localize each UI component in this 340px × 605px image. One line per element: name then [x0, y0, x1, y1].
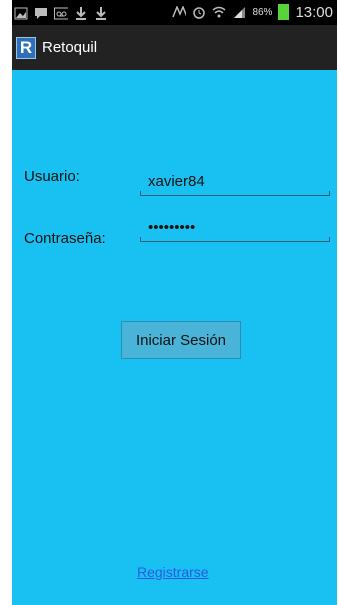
nfc-icon — [172, 5, 187, 19]
username-field[interactable]: xavier84 — [140, 173, 330, 196]
voicemail-icon — [54, 6, 68, 20]
status-bar: 86% 13:00 — [12, 0, 337, 25]
wifi-icon — [212, 5, 226, 19]
signal-icon — [232, 5, 246, 19]
login-form: Usuario: xavier84 Contraseña: ••••••••• … — [12, 70, 337, 605]
system-icons: 86% 13:00 — [172, 3, 333, 21]
download-icon — [94, 6, 108, 20]
image-icon — [14, 6, 28, 20]
register-link[interactable]: Registrarse — [137, 564, 209, 580]
password-label: Contraseña: — [24, 230, 106, 247]
username-label: Usuario: — [24, 168, 80, 185]
app-title: Retoquil — [42, 39, 98, 56]
alarm-icon — [192, 5, 206, 19]
action-bar: R Retoquil — [12, 25, 337, 70]
chat-icon — [34, 6, 48, 20]
phone-screen: 86% 13:00 R Retoquil Usuario: xavier84 C… — [12, 0, 337, 605]
download-icon — [74, 6, 88, 20]
app-logo-icon[interactable]: R — [16, 36, 36, 59]
battery-icon — [278, 4, 290, 20]
notification-icons — [14, 5, 108, 21]
password-field[interactable]: ••••••••• — [140, 219, 330, 242]
login-button[interactable]: Iniciar Sesión — [121, 321, 241, 359]
battery-percent: 86% — [252, 6, 273, 18]
clock: 13:00 — [295, 3, 333, 21]
